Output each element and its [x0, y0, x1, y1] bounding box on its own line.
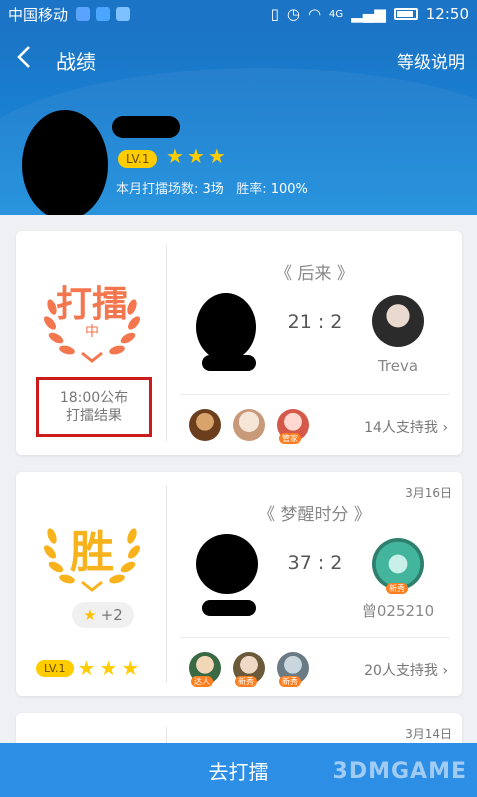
my-avatar	[196, 534, 258, 594]
notification-app-icon	[76, 7, 91, 21]
match-card-won[interactable]: 3月16日 胜 ★ +2 LV.1 ★ ★ ★ 《 梦醒时分 》 37: 2 …	[16, 472, 462, 696]
opponent-avatar[interactable]	[372, 295, 424, 347]
level-badge: LV.1	[36, 659, 74, 677]
user-avatar[interactable]	[22, 110, 108, 215]
supporter-avatar[interactable]: 管家	[277, 409, 309, 444]
win-level-row: LV.1 ★ ★ ★	[36, 658, 139, 678]
supporter-tag: 新秀	[235, 676, 257, 687]
supporter-tag: 新秀	[279, 676, 301, 687]
carrier-label: 中国移动	[8, 5, 69, 24]
chevron-left-icon	[17, 46, 30, 68]
star-icon: ★	[186, 144, 205, 168]
vibrate-icon: ▯	[270, 5, 279, 23]
supporter-avatar[interactable]: 新秀	[233, 652, 265, 687]
level-help-link[interactable]: 等级说明	[397, 48, 465, 73]
row-divider	[180, 394, 450, 395]
supporter-tag: 管家	[279, 433, 301, 444]
song-title: 《 梦醒时分 》	[258, 505, 371, 525]
opponent-name: Treva	[377, 357, 419, 375]
go-challenge-label: 去打擂	[208, 759, 269, 784]
star-icon: ★	[207, 144, 226, 168]
monthly-stats: 本月打擂场数: 3场 胜率: 100%	[116, 178, 308, 197]
supporter-avatar[interactable]: 新秀	[277, 652, 309, 687]
opponent-name: 曾025210	[361, 602, 435, 620]
status-bar: 中国移动 ▯ ◷ ◠ 4G ▂▄▆ 12:50	[0, 0, 477, 28]
emblem-subtitle: 中	[85, 324, 99, 340]
star-icon: ★	[83, 606, 97, 624]
my-name	[202, 355, 256, 371]
ongoing-emblem: 打擂 中	[40, 267, 144, 377]
match-date: 3月16日	[405, 486, 452, 500]
match-score: 21 : 2	[287, 311, 343, 333]
chevron-right-icon: ›	[442, 420, 448, 436]
network-type: 4G	[329, 8, 344, 20]
supporter-avatar[interactable]: 达人	[189, 652, 221, 687]
support-count-link[interactable]: 20人支持我 ›	[364, 660, 448, 680]
emblem-title: 打擂	[55, 284, 128, 325]
opponent-tag: 新秀	[386, 583, 408, 594]
match-date: 3月14日	[405, 727, 452, 741]
star-icon: ★	[77, 656, 96, 680]
publish-text: 打擂结果	[66, 408, 122, 424]
my-name	[202, 600, 256, 616]
stats-winrate-label: 胜率:	[236, 182, 271, 197]
publish-time-box: 18:00公布 打擂结果	[36, 377, 152, 437]
page-title: 战绩	[56, 50, 96, 74]
supporter-avatar[interactable]	[233, 409, 265, 441]
wifi-icon: ◠	[307, 5, 322, 23]
song-title: 《 后来 》	[275, 264, 354, 284]
stats-count: 3场	[202, 182, 224, 197]
match-card-ongoing[interactable]: 打擂 中 18:00公布 打擂结果 《 后来 》 21 : 2 Treva 管家…	[16, 231, 462, 455]
watermark: 3DMGAME	[332, 759, 467, 784]
emblem-title: 胜	[70, 527, 114, 578]
bonus-value: +2	[100, 606, 123, 624]
opponent-avatar[interactable]: 新秀	[372, 538, 424, 594]
support-count: 20人支持我	[364, 663, 438, 679]
level-badge: LV.1	[118, 150, 158, 168]
chevron-right-icon: ›	[442, 663, 448, 679]
support-count: 14人支持我	[364, 420, 438, 436]
support-count-link[interactable]: 14人支持我 ›	[364, 417, 448, 437]
level-stars: ★ ★ ★	[166, 146, 226, 166]
stats-winrate: 100%	[270, 182, 308, 197]
my-avatar	[196, 293, 256, 361]
publish-time: 18:00公布	[59, 390, 129, 406]
star-icon: ★	[121, 656, 140, 680]
clock: 12:50	[425, 5, 469, 23]
bonus-pill: ★ +2	[72, 602, 134, 628]
supporter-avatar[interactable]	[189, 409, 221, 441]
battery-icon	[393, 8, 418, 20]
notification-image-icon	[116, 7, 131, 21]
back-button[interactable]	[14, 44, 40, 70]
row-divider	[180, 637, 450, 638]
star-icon: ★	[99, 656, 118, 680]
star-icon: ★	[166, 144, 184, 168]
user-name	[112, 116, 180, 138]
alarm-icon: ◷	[286, 5, 300, 23]
notification-chat-icon	[96, 7, 111, 21]
stats-count-label: 本月打擂场数:	[116, 182, 203, 197]
win-emblem: 胜	[40, 496, 144, 606]
signal-icon: ▂▄▆	[351, 5, 386, 23]
match-score: 37 : 2	[287, 552, 343, 574]
supporter-tag: 达人	[191, 676, 213, 687]
profile-header: 战绩 等级说明 LV.1 ★ ★ ★ 本月打擂场数: 3场 胜率: 100%	[0, 28, 477, 215]
